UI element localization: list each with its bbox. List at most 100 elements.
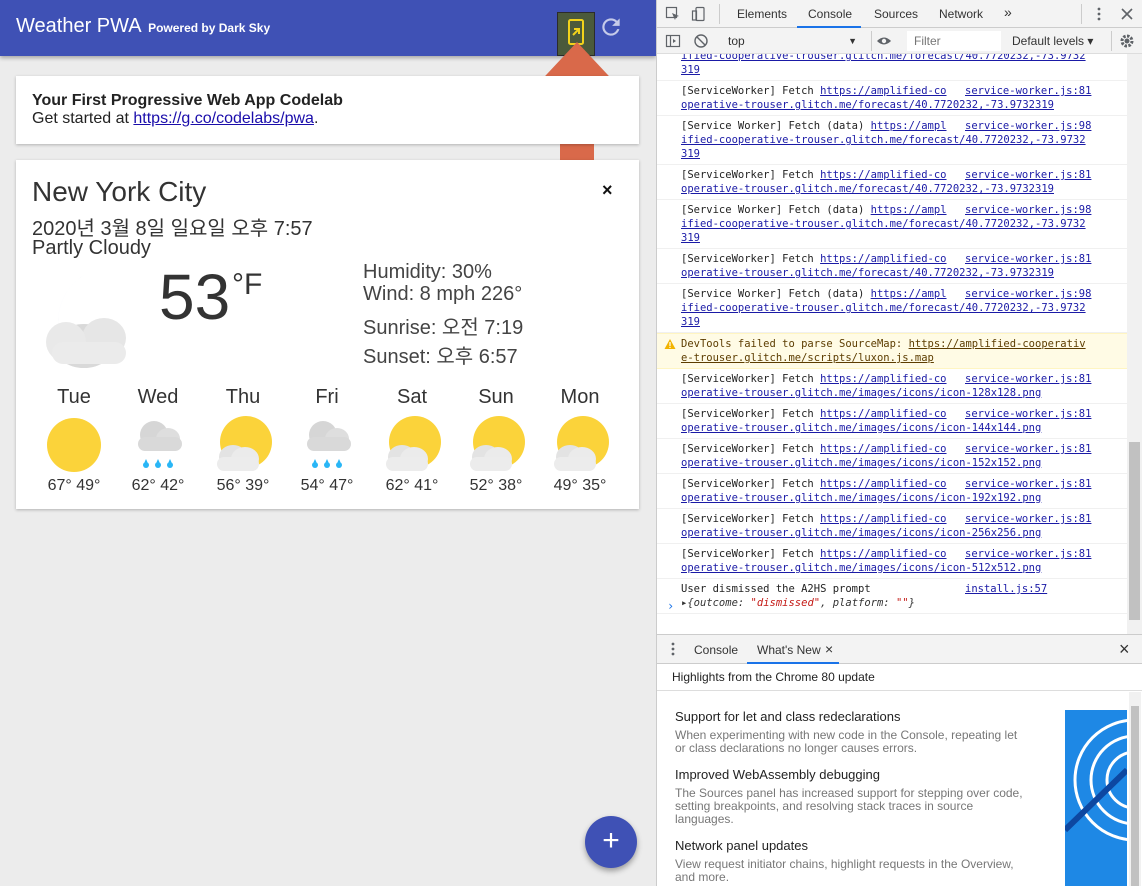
log-source[interactable]: service-worker.js:81 (965, 372, 1091, 386)
drawer-tab-whats-new[interactable]: What's New (757, 643, 821, 657)
log-source[interactable]: service-worker.js:98 (965, 287, 1091, 301)
tab-sources[interactable]: Sources (874, 7, 918, 21)
log-source[interactable]: service-worker.js:81 (965, 84, 1091, 98)
log-text: [Service Worker] Fetch (data) (681, 120, 871, 132)
log-url[interactable]: https://amplified-co (820, 513, 946, 525)
conditions: Partly Cloudy (32, 237, 151, 259)
whats-new-item-title[interactable]: Support for let and class redeclarations (675, 709, 900, 724)
add-city-button[interactable]: + (585, 816, 637, 868)
log-source[interactable]: service-worker.js:81 (965, 512, 1091, 526)
remove-city-button[interactable]: × (602, 180, 613, 201)
log-url[interactable]: https://amplified-co (820, 443, 946, 455)
log-text: [ServiceWorker] Fetch (681, 548, 821, 560)
log-source[interactable]: service-worker.js:81 (965, 547, 1091, 561)
log-url[interactable]: e-trouser.glitch.me/scripts/luxon.js.map (681, 352, 934, 364)
whats-new-item-title[interactable]: Network panel updates (675, 838, 808, 853)
chrome-illustration-icon (1065, 719, 1127, 841)
log-text: [ServiceWorker] Fetch (681, 85, 821, 97)
log-url[interactable]: 319 (681, 316, 700, 328)
log-source[interactable]: service-worker.js:81 (965, 168, 1091, 182)
log-url[interactable]: operative-trouser.glitch.me/images/icons… (681, 422, 1041, 434)
filter-input[interactable] (907, 31, 1001, 51)
log-url[interactable]: https://ampl (871, 120, 947, 132)
partly-cloudy-day-icon (470, 416, 525, 471)
partly-cloudy-night-icon (46, 274, 138, 375)
log-url[interactable]: operative-trouser.glitch.me/images/icons… (681, 562, 1041, 574)
log-url[interactable]: https://amplified-co (820, 478, 946, 490)
log-source[interactable]: service-worker.js:81 (965, 477, 1091, 491)
log-url[interactable]: https://amplified-co (820, 253, 946, 265)
log-url[interactable]: https://ampl (871, 204, 947, 216)
log-source[interactable]: service-worker.js:81 (965, 442, 1091, 456)
whats-new-item-title[interactable]: Improved WebAssembly debugging (675, 767, 880, 782)
divider (1111, 31, 1112, 51)
log-text: [ServiceWorker] Fetch (681, 253, 821, 265)
eye-icon[interactable] (876, 33, 892, 49)
inspect-icon[interactable] (665, 6, 681, 22)
log-url[interactable]: ified-cooperative-trouser.glitch.me/fore… (681, 218, 1086, 230)
partly-cloudy-day-icon (554, 416, 609, 471)
console-message: [Service Worker] Fetch (data) https://am… (657, 116, 1127, 165)
log-url[interactable]: operative-trouser.glitch.me/images/icons… (681, 527, 1041, 539)
obj-prefix: ▸{outcome: (681, 597, 751, 609)
log-levels-dropdown[interactable]: Default levels ▾ (1012, 34, 1093, 48)
whats-new-illustration (1065, 710, 1127, 886)
log-url[interactable]: 319 (681, 232, 700, 244)
tab-elements[interactable]: Elements (737, 7, 787, 21)
sidebar-toggle-icon[interactable] (665, 33, 681, 49)
tab-network[interactable]: Network (939, 7, 983, 21)
console-message: [ServiceWorker] Fetch https://amplified-… (657, 439, 1127, 474)
log-text: User dismissed the A2HS prompt (681, 583, 871, 595)
log-url[interactable]: operative-trouser.glitch.me/images/icons… (681, 457, 1041, 469)
log-source[interactable]: service-worker.js:81 (965, 252, 1091, 266)
close-tab-icon[interactable]: × (825, 641, 833, 657)
whats-new-item-desc: When experimenting with new code in the … (675, 728, 1018, 755)
intro-prefix: Get started at (32, 110, 134, 127)
active-tab-indicator (747, 662, 839, 664)
forecast-temps: 54° 47° (300, 477, 354, 494)
drawer-menu-icon[interactable] (665, 641, 681, 657)
settings-gear-icon[interactable] (1119, 33, 1135, 49)
log-url[interactable]: operative-trouser.glitch.me/forecast/40.… (681, 183, 1054, 195)
console-toolbar: top ▼ Default levels ▾ (657, 28, 1142, 54)
log-url[interactable]: https://amplified-co (820, 169, 946, 181)
tab-console[interactable]: Console (808, 7, 852, 21)
console-message: User dismissed the A2HS prompt install.js… (657, 579, 1127, 614)
close-devtools-icon[interactable] (1119, 6, 1135, 22)
log-url[interactable]: https://amplified-co (820, 408, 946, 420)
log-source[interactable]: service-worker.js:81 (965, 407, 1091, 421)
log-url[interactable]: https://ampl (871, 288, 947, 300)
log-url[interactable]: ified-cooperative-trouser.glitch.me/fore… (681, 134, 1086, 146)
forecast-temps: 52° 38° (469, 477, 523, 494)
codelab-link[interactable]: https://g.co/codelabs/pwa (133, 110, 314, 127)
more-tabs-button[interactable]: » (1004, 4, 1012, 20)
expandable-object[interactable]: ▸{outcome: "dismissed", platform: ""} (681, 597, 915, 609)
console-prompt[interactable]: › (667, 599, 674, 613)
drawer-scrollbar-thumb[interactable] (1131, 706, 1139, 886)
log-url[interactable]: https://amplified-co (820, 548, 946, 560)
log-url[interactable]: https://amplified-co (820, 373, 946, 385)
console-scrollbar-thumb[interactable] (1129, 442, 1140, 620)
log-url[interactable]: 319 (681, 148, 700, 160)
log-url[interactable]: operative-trouser.glitch.me/images/icons… (681, 492, 1041, 504)
device-toolbar-icon[interactable] (691, 6, 707, 22)
log-url[interactable]: ified-cooperative-trouser.glitch.me/fore… (681, 302, 1086, 314)
log-url[interactable]: operative-trouser.glitch.me/forecast/40.… (681, 99, 1054, 111)
temperature-unit: °F (232, 268, 263, 301)
log-url[interactable]: https://amplified-cooperativ (909, 338, 1086, 350)
context-selector[interactable]: top ▼ (723, 32, 863, 50)
refresh-icon[interactable] (598, 14, 624, 40)
drawer-tab-console[interactable]: Console (694, 643, 738, 657)
log-url[interactable]: operative-trouser.glitch.me/forecast/40.… (681, 267, 1054, 279)
close-drawer-icon[interactable]: × (1119, 639, 1130, 660)
rain-icon (307, 421, 351, 468)
more-menu-icon[interactable] (1091, 6, 1107, 22)
devtools-tabbar: Elements Console Sources Network » (657, 0, 1142, 28)
log-source[interactable]: service-worker.js:98 (965, 119, 1091, 133)
log-source[interactable]: service-worker.js:98 (965, 203, 1091, 217)
log-url[interactable]: https://amplified-co (820, 85, 946, 97)
log-source[interactable]: install.js:57 (965, 582, 1047, 596)
log-url[interactable]: ified-cooperative-trouser.glitch.me/fore… (681, 54, 1086, 76)
log-url[interactable]: operative-trouser.glitch.me/images/icons… (681, 387, 1041, 399)
clear-console-icon[interactable] (693, 33, 709, 49)
